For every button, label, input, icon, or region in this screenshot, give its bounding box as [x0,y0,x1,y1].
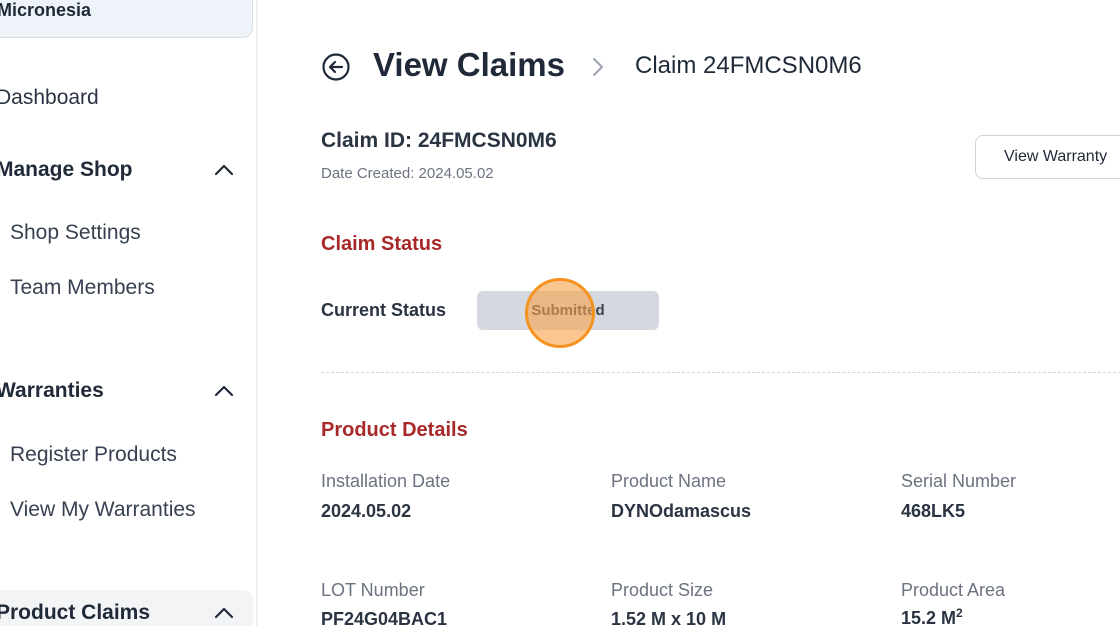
sidebar-item-dashboard[interactable]: Dashboard [0,86,99,110]
org-name: Micronesia [0,0,92,20]
field-value-product-size: 1.52 M x 10 M [611,609,727,626]
breadcrumb-current: Claim 24FMCSN0M6 [635,52,862,79]
claim-status-title: Claim Status [321,233,443,255]
sidebar-section-warranties[interactable]: Warranties [0,379,104,403]
sidebar-section-product-claims[interactable]: Product Claims [0,601,150,625]
status-badge-text: Submitted [531,302,605,319]
current-status-label: Current Status [321,300,447,320]
date-created: Date Created: 2024.05.02 [321,165,494,182]
field-label-installation-date: Installation Date [321,471,451,491]
field-value-product-area-exponent: 2 [956,606,963,620]
chevron-up-icon[interactable] [214,606,234,620]
status-badge: Submitted [477,291,659,330]
field-label-product-size: Product Size [611,580,714,600]
product-details-title: Product Details [321,419,468,441]
field-value-product-area: 15.2 M2 [901,606,963,626]
claim-id: Claim ID: 24FMCSN0M6 [321,129,557,152]
divider [321,372,1120,373]
chevron-up-icon[interactable] [214,163,234,177]
sidebar-section-manage-shop[interactable]: Manage Shop [0,158,133,182]
field-label-serial-number: Serial Number [901,471,1017,491]
sidebar-item-register-products[interactable]: Register Products [10,443,177,467]
arrow-left-circle-icon[interactable] [321,52,351,82]
field-label-product-name: Product Name [611,471,727,491]
field-value-installation-date: 2024.05.02 [321,501,412,521]
chevron-right-icon [590,55,606,79]
chevron-up-icon[interactable] [214,384,234,398]
org-switcher[interactable]: Micronesia [0,0,253,38]
field-value-serial-number: 468LK5 [901,501,966,521]
sidebar-item-view-my-warranties[interactable]: View My Warranties [10,498,196,522]
sidebar-item-shop-settings[interactable]: Shop Settings [10,221,141,245]
sidebar: Micronesia Dashboard Manage Shop Shop Se… [0,0,258,626]
field-value-product-name: DYNOdamascus [611,501,752,521]
field-label-product-area: Product Area [901,580,1006,600]
sidebar-item-team-members[interactable]: Team Members [10,276,155,300]
field-value-product-area-number: 15.2 M [901,608,957,626]
field-label-lot-number: LOT Number [321,580,425,600]
page-title: View Claims [373,46,565,83]
field-value-lot-number: PF24G04BAC1 [321,609,448,626]
view-warranty-button[interactable]: View Warranty [975,135,1120,179]
